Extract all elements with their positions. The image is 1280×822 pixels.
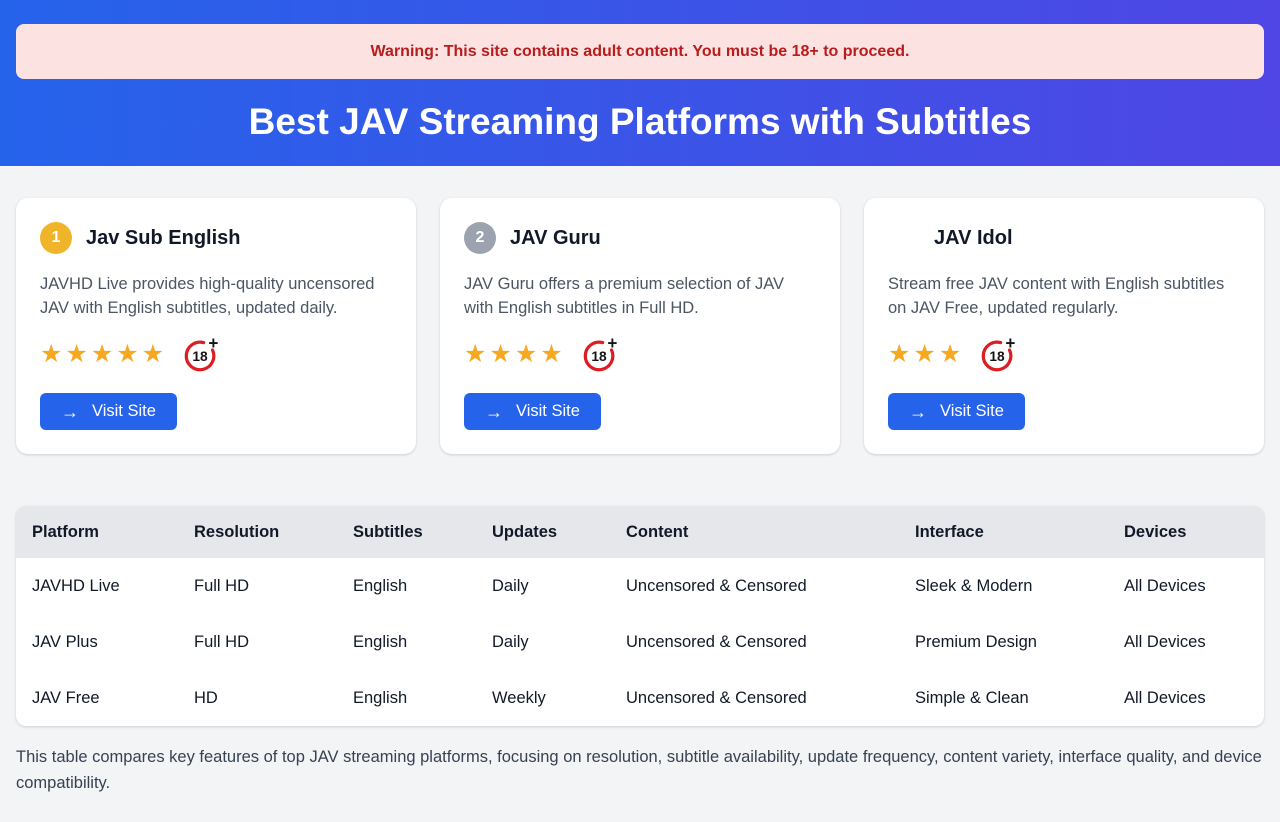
column-header-updates: Updates: [476, 506, 610, 558]
rank-badge-placeholder: [888, 222, 920, 254]
platform-card-jav-guru: 2 JAV Guru JAV Guru offers a premium sel…: [440, 198, 840, 454]
arrow-right-icon: →: [909, 403, 927, 421]
star-rating-icon: ★★★★: [464, 342, 566, 367]
column-header-platform: Platform: [16, 506, 178, 558]
column-header-interface: Interface: [899, 506, 1108, 558]
card-title: Jav Sub English: [86, 227, 240, 250]
cell-subtitles: English: [337, 614, 476, 670]
column-header-resolution: Resolution: [178, 506, 337, 558]
age-18-plus-icon: 18 +: [182, 335, 220, 373]
card-header: 2 JAV Guru: [464, 222, 816, 254]
card-title: JAV Guru: [510, 227, 601, 250]
hero-header: Warning: This site contains adult conten…: [0, 0, 1280, 166]
comparison-table: Platform Resolution Subtitles Updates Co…: [16, 506, 1264, 726]
cell-interface: Premium Design: [899, 614, 1108, 670]
svg-text:18: 18: [591, 349, 607, 364]
cell-platform: JAVHD Live: [16, 558, 178, 614]
arrow-right-icon: →: [485, 403, 503, 421]
table-row: JAV Plus Full HD English Daily Uncensore…: [16, 614, 1264, 670]
svg-text:18: 18: [192, 349, 208, 364]
arrow-right-icon: →: [61, 403, 79, 421]
platform-cards: 1 Jav Sub English JAVHD Live provides hi…: [16, 198, 1264, 454]
cell-updates: Weekly: [476, 670, 610, 726]
visit-site-button[interactable]: → Visit Site: [888, 393, 1025, 430]
visit-site-label: Visit Site: [516, 402, 580, 421]
table-description-note: This table compares key features of top …: [16, 744, 1264, 796]
rating-row: ★★★★ 18 +: [464, 335, 816, 373]
rank-badge: 2: [464, 222, 496, 254]
visit-site-label: Visit Site: [92, 402, 156, 421]
visit-site-button[interactable]: → Visit Site: [464, 393, 601, 430]
page-title: Best JAV Streaming Platforms with Subtit…: [16, 101, 1264, 143]
cell-devices: All Devices: [1108, 670, 1264, 726]
comparison-table-section: Platform Resolution Subtitles Updates Co…: [16, 506, 1264, 796]
cell-resolution: Full HD: [178, 614, 337, 670]
card-description: JAVHD Live provides high-quality uncenso…: [40, 272, 392, 320]
card-header: JAV Idol: [888, 222, 1240, 254]
column-header-subtitles: Subtitles: [337, 506, 476, 558]
platform-card-jav-sub-english: 1 Jav Sub English JAVHD Live provides hi…: [16, 198, 416, 454]
card-description: Stream free JAV content with English sub…: [888, 272, 1240, 320]
cell-subtitles: English: [337, 670, 476, 726]
adult-warning-banner: Warning: This site contains adult conten…: [16, 24, 1264, 79]
cell-resolution: Full HD: [178, 558, 337, 614]
cell-interface: Simple & Clean: [899, 670, 1108, 726]
svg-text:+: +: [1006, 335, 1016, 353]
cell-resolution: HD: [178, 670, 337, 726]
age-18-plus-icon: 18 +: [979, 335, 1017, 373]
column-header-devices: Devices: [1108, 506, 1264, 558]
svg-text:+: +: [607, 335, 617, 353]
star-rating-icon: ★★★★★: [40, 342, 167, 367]
comparison-table-card: Platform Resolution Subtitles Updates Co…: [16, 506, 1264, 726]
svg-text:18: 18: [990, 349, 1006, 364]
rating-row: ★★★ 18 +: [888, 335, 1240, 373]
rating-row: ★★★★★ 18 +: [40, 335, 392, 373]
cell-devices: All Devices: [1108, 614, 1264, 670]
cell-content: Uncensored & Censored: [610, 614, 899, 670]
star-rating-icon: ★★★: [888, 342, 964, 367]
cell-content: Uncensored & Censored: [610, 670, 899, 726]
cell-subtitles: English: [337, 558, 476, 614]
card-header: 1 Jav Sub English: [40, 222, 392, 254]
svg-text:+: +: [208, 335, 218, 353]
visit-site-button[interactable]: → Visit Site: [40, 393, 177, 430]
cell-devices: All Devices: [1108, 558, 1264, 614]
warning-text: Warning: This site contains adult conten…: [371, 43, 910, 60]
card-description: JAV Guru offers a premium selection of J…: [464, 272, 816, 320]
cell-updates: Daily: [476, 558, 610, 614]
cell-content: Uncensored & Censored: [610, 558, 899, 614]
cell-platform: JAV Free: [16, 670, 178, 726]
table-header-row: Platform Resolution Subtitles Updates Co…: [16, 506, 1264, 558]
platform-card-jav-idol: JAV Idol Stream free JAV content with En…: [864, 198, 1264, 454]
cell-updates: Daily: [476, 614, 610, 670]
rank-badge: 1: [40, 222, 72, 254]
column-header-content: Content: [610, 506, 899, 558]
visit-site-label: Visit Site: [940, 402, 1004, 421]
table-row: JAVHD Live Full HD English Daily Uncenso…: [16, 558, 1264, 614]
cell-platform: JAV Plus: [16, 614, 178, 670]
cell-interface: Sleek & Modern: [899, 558, 1108, 614]
age-18-plus-icon: 18 +: [581, 335, 619, 373]
card-title: JAV Idol: [934, 227, 1013, 250]
table-row: JAV Free HD English Weekly Uncensored & …: [16, 670, 1264, 726]
